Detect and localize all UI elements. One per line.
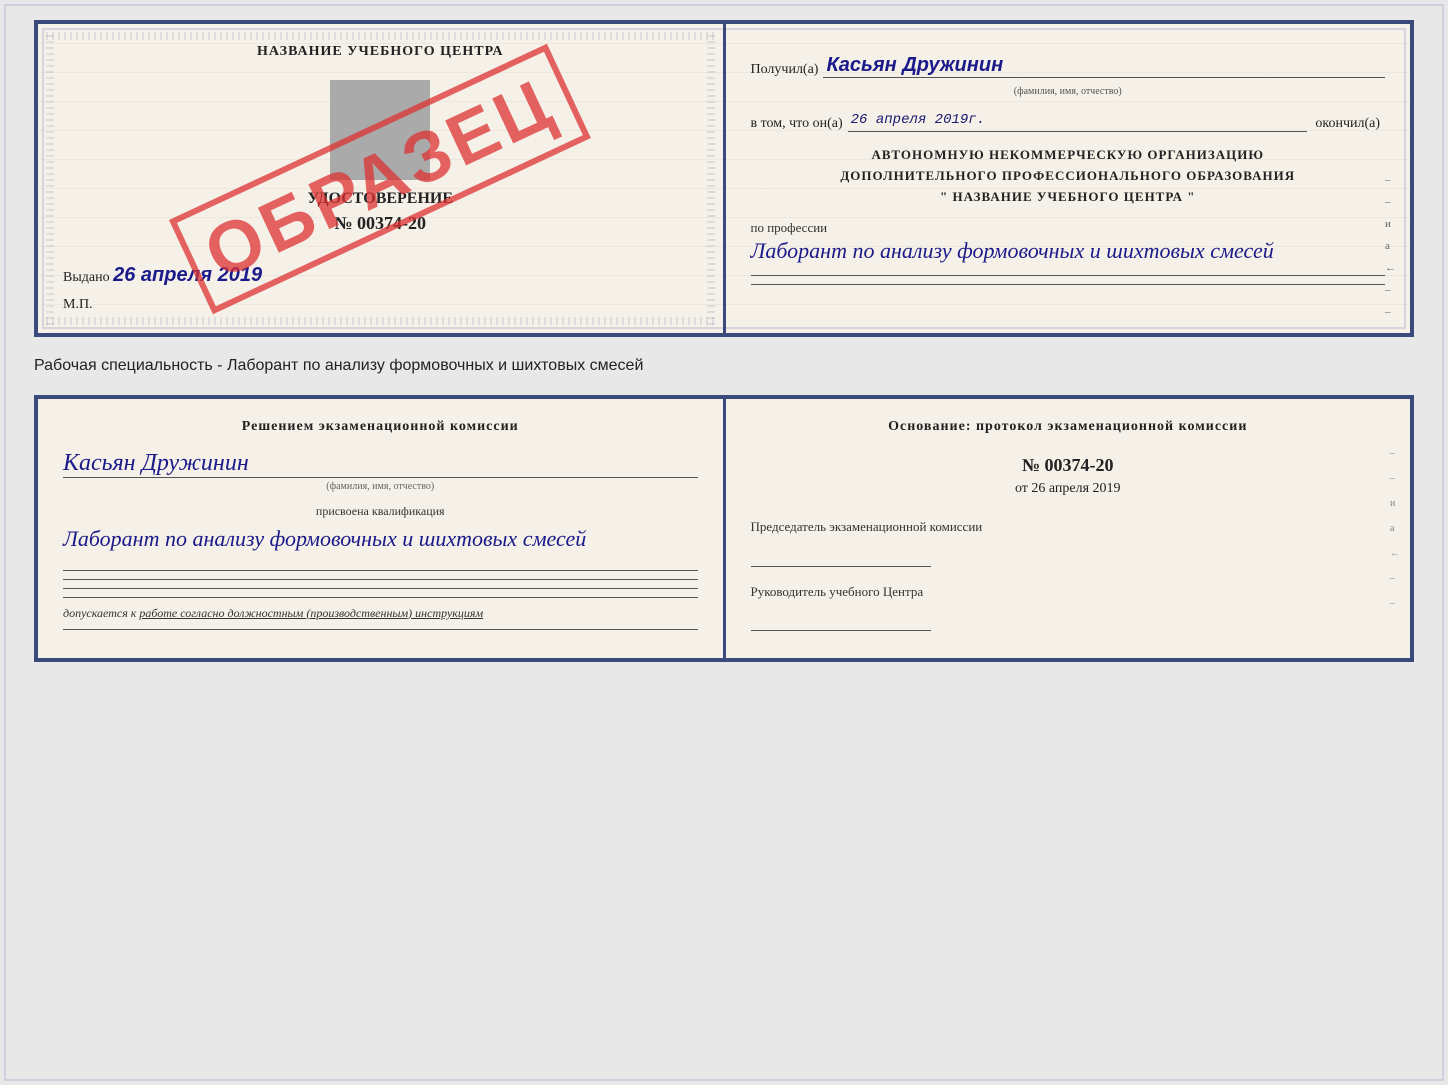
completed-prefix: в том, что он(а) bbox=[751, 116, 843, 132]
cert-issued: Выдано 26 апреля 2019 bbox=[63, 264, 698, 287]
cert-right-page: Получил(а) Касьян Дружинин (фамилия, имя… bbox=[726, 24, 1411, 333]
received-row: Получил(а) Касьян Дружинин bbox=[751, 54, 1386, 78]
bottom-right-title: Основание: протокол экзаменационной коми… bbox=[751, 419, 1386, 435]
org-line3: " НАЗВАНИЕ УЧЕБНОГО ЦЕНТРА " bbox=[751, 189, 1386, 205]
bottom-right-margin-chars: – – и а ← – – bbox=[1385, 399, 1410, 658]
protocol-date-value: 26 апреля 2019 bbox=[1031, 481, 1120, 496]
cert-title: НАЗВАНИЕ УЧЕБНОГО ЦЕНТРА bbox=[63, 44, 698, 60]
received-label: Получил(а) bbox=[751, 62, 819, 78]
protocol-date: от 26 апреля 2019 bbox=[751, 481, 1386, 497]
profession-value: Лаборант по анализу формовочных и шихтов… bbox=[751, 236, 1386, 267]
qualification-label: присвоена квалификация bbox=[63, 504, 698, 519]
director-block: Руководитель учебного Центра bbox=[751, 582, 1386, 632]
director-signature bbox=[751, 606, 931, 631]
received-name: Касьян Дружинин bbox=[823, 54, 1385, 78]
chairman-title: Председатель экзаменационной комиссии bbox=[751, 517, 1386, 537]
cert-number: № 00374-20 bbox=[63, 213, 698, 234]
document-container: НАЗВАНИЕ УЧЕБНОГО ЦЕНТРА УДОСТОВЕРЕНИЕ №… bbox=[34, 20, 1414, 662]
cert-subtitle: УДОСТОВЕРЕНИЕ bbox=[63, 190, 698, 208]
issued-label: Выдано bbox=[63, 270, 110, 285]
director-title: Руководитель учебного Центра bbox=[751, 582, 1386, 602]
photo-placeholder bbox=[330, 80, 430, 180]
name-subtitle: (фамилия, имя, отчество) bbox=[751, 86, 1386, 97]
cert-left-page: НАЗВАНИЕ УЧЕБНОГО ЦЕНТРА УДОСТОВЕРЕНИЕ №… bbox=[38, 24, 726, 333]
bottom-name-subtitle: (фамилия, имя, отчество) bbox=[63, 481, 698, 492]
protocol-number: № 00374-20 bbox=[751, 455, 1386, 476]
chairman-block: Председатель экзаменационной комиссии bbox=[751, 517, 1386, 567]
org-line2: ДОПОЛНИТЕЛЬНОГО ПРОФЕССИОНАЛЬНОГО ОБРАЗО… bbox=[751, 168, 1386, 184]
completed-suffix: окончил(а) bbox=[1315, 116, 1380, 132]
qualification-value: Лаборант по анализу формовочных и шихтов… bbox=[63, 524, 698, 555]
cert-mp: М.П. bbox=[63, 297, 698, 313]
bottom-certificate-book: Решением экзаменационной комиссии Касьян… bbox=[34, 395, 1414, 662]
bottom-right-page: Основание: протокол экзаменационной коми… bbox=[726, 399, 1411, 658]
top-certificate-book: НАЗВАНИЕ УЧЕБНОГО ЦЕНТРА УДОСТОВЕРЕНИЕ №… bbox=[34, 20, 1414, 337]
bottom-left-page: Решением экзаменационной комиссии Касьян… bbox=[38, 399, 726, 658]
right-margin-chars: – – и а ← – – bbox=[1380, 24, 1410, 333]
cert-right-block: Получил(а) Касьян Дружинин (фамилия, имя… bbox=[751, 54, 1386, 285]
date-prefix: от bbox=[1015, 481, 1028, 496]
profession-block: по профессии Лаборант по анализу формово… bbox=[751, 220, 1386, 285]
bottom-name: Касьян Дружинин bbox=[63, 450, 698, 478]
admission-text: допускается к работе согласно должностны… bbox=[63, 606, 698, 621]
bottom-left-title: Решением экзаменационной комиссии bbox=[63, 419, 698, 435]
admission-prefix: допускается к bbox=[63, 606, 136, 620]
admission-value: работе согласно должностным (производств… bbox=[139, 606, 483, 620]
issued-date: 26 апреля 2019 bbox=[113, 264, 262, 286]
org-block: АВТОНОМНУЮ НЕКОММЕРЧЕСКУЮ ОРГАНИЗАЦИЮ ДО… bbox=[751, 147, 1386, 205]
org-line1: АВТОНОМНУЮ НЕКОММЕРЧЕСКУЮ ОРГАНИЗАЦИЮ bbox=[751, 147, 1386, 163]
specialty-text: Рабочая специальность - Лаборант по анал… bbox=[34, 352, 1414, 380]
chairman-signature bbox=[751, 542, 931, 567]
completed-date: 26 апреля 2019г. bbox=[848, 112, 1308, 132]
profession-label: по профессии bbox=[751, 220, 1386, 236]
completed-row: в том, что он(а) 26 апреля 2019г. окончи… bbox=[751, 112, 1386, 132]
